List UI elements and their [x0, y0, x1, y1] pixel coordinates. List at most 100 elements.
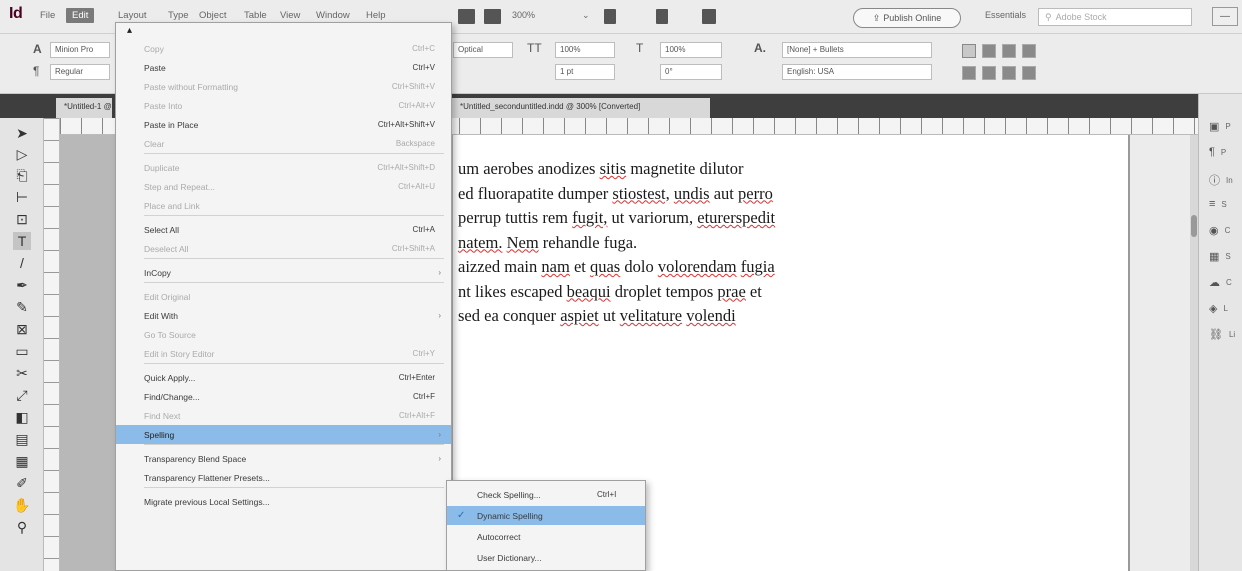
panel-layers[interactable]: ◈ L [1209, 302, 1228, 315]
edit-menu-item[interactable]: Transparency Blend Space › [116, 449, 451, 468]
pencil-tool-icon[interactable]: ✎ [13, 298, 31, 316]
frame-icon[interactable] [458, 9, 475, 24]
text-line[interactable]: nt likes escaped beaqui droplet tempos p… [458, 280, 938, 305]
arrange-docs-icon[interactable] [702, 9, 716, 24]
screen-mode-icon[interactable] [656, 9, 668, 24]
menu-layout[interactable]: Layout [118, 10, 147, 21]
align-center-button[interactable] [982, 44, 996, 58]
panel-paragraph[interactable]: ¶ P [1209, 146, 1226, 158]
line-tool-icon[interactable]: / [13, 254, 31, 272]
panel-pages[interactable]: ▣ P [1209, 120, 1231, 133]
scrollbar-thumb[interactable] [1191, 215, 1197, 237]
spelling-submenu-item[interactable]: ✓ Dynamic Spelling [447, 506, 645, 525]
workspace-switcher[interactable]: Essentials [985, 10, 1026, 20]
zoom-dropdown-icon[interactable]: ⌄ [582, 10, 590, 21]
text-line[interactable]: natem. Nem rehandle fuga. [458, 231, 938, 256]
gradient-swatch-tool-icon[interactable]: ◧ [13, 408, 31, 426]
paragraph-mode-icon[interactable]: ¶ [33, 64, 39, 78]
panel-links[interactable]: ⛓ Li [1209, 328, 1235, 341]
direct-selection-tool-icon[interactable]: ▷ [13, 145, 31, 163]
stock-search-input[interactable]: ⚲ Adobe Stock [1038, 8, 1192, 26]
text-line[interactable]: aizzed main nam et quas dolo volorendam … [458, 255, 938, 280]
panel-info[interactable]: ⓘ In [1209, 172, 1233, 188]
horizontal-scale-field[interactable]: 100% [555, 42, 615, 58]
menu-file[interactable]: File [40, 10, 55, 21]
text-frame[interactable]: um aerobes anodizes sitis magnetite dilu… [458, 157, 938, 329]
page-tool-icon[interactable]: ⎗ [13, 166, 31, 184]
menu-help[interactable]: Help [366, 10, 386, 21]
align-left-button[interactable] [962, 44, 976, 58]
leading-field[interactable]: 1 pt [555, 64, 615, 80]
word: ea [484, 306, 499, 325]
font-family-field[interactable]: Minion Pro [50, 42, 110, 58]
selection-tool-icon[interactable]: ➤ [13, 124, 31, 142]
panel-cc-libraries[interactable]: ☁ C [1209, 276, 1232, 289]
word: stiostest, [612, 183, 670, 203]
view-options-icon[interactable] [604, 9, 616, 24]
gap-tool-icon[interactable]: ⊢ [13, 188, 31, 206]
zoom-tool-icon[interactable]: ⚲ [13, 518, 31, 536]
type-tool-icon[interactable]: T [13, 232, 31, 250]
align-right-button[interactable] [1002, 44, 1016, 58]
font-style-field[interactable]: Regular [50, 64, 110, 80]
edit-menu-item[interactable]: Paste in Place Ctrl+Alt+Shift+V [116, 115, 451, 134]
text-line[interactable]: perrup tuttis rem fugit, ut variorum, et… [458, 206, 938, 231]
word: dumper [557, 183, 609, 203]
text-line[interactable]: um aerobes anodizes sitis magnetite dilu… [458, 157, 938, 182]
zoom-level[interactable]: 300% [512, 10, 535, 20]
menu-edit[interactable]: Edit [66, 8, 95, 23]
justify-left-button[interactable] [962, 66, 976, 80]
document-tab-active[interactable]: *Untitled_seconduntitled.indd @ 300% [Co… [452, 98, 710, 118]
justify-all-button[interactable] [1022, 66, 1036, 80]
edit-menu-item[interactable]: Transparency Flattener Presets... [116, 468, 451, 487]
tracking-field[interactable]: Optical [453, 42, 513, 58]
edit-menu-item[interactable]: Select All Ctrl+A [116, 220, 451, 239]
vertical-scale-field[interactable]: 100% [660, 42, 722, 58]
menu-object[interactable]: Object [199, 10, 226, 21]
spelling-submenu-item[interactable]: Autocorrect [447, 527, 645, 546]
align-towards-spine-button[interactable] [1022, 44, 1036, 58]
panel-color[interactable]: ◉ C [1209, 224, 1230, 237]
character-mode-icon[interactable]: A [33, 42, 42, 56]
edit-menu-item[interactable]: Paste Ctrl+V [116, 58, 451, 77]
edit-menu-item[interactable]: InCopy › [116, 263, 451, 282]
edit-menu-item[interactable]: Edit With › [116, 306, 451, 325]
edit-menu-item[interactable]: Spelling › [116, 425, 451, 444]
word: velitature [619, 306, 683, 325]
eyedropper-tool-icon[interactable]: ✐ [13, 474, 31, 492]
gradient-feather-tool-icon[interactable]: ▤ [13, 430, 31, 448]
text-line[interactable]: sed ea conquer aspiet ut velitature vole… [458, 304, 938, 329]
menu-type[interactable]: Type [168, 10, 189, 21]
character-style-field[interactable]: [None] + Bullets [782, 42, 932, 58]
word: et [573, 257, 586, 276]
justify-right-button[interactable] [1002, 66, 1016, 80]
menu-view[interactable]: View [280, 10, 300, 21]
menu-window[interactable]: Window [316, 10, 350, 21]
justify-center-button[interactable] [982, 66, 996, 80]
note-tool-icon[interactable]: ▦ [13, 452, 31, 470]
edit-menu-item[interactable]: Migrate previous Local Settings... [116, 492, 451, 511]
spelling-submenu-item[interactable]: User Dictionary... [447, 548, 645, 567]
edit-menu-item: Clear Backspace [116, 134, 451, 153]
spelling-submenu-item[interactable]: Check Spelling... Ctrl+I [447, 485, 645, 504]
skew-field[interactable]: 0° [660, 64, 722, 80]
edit-menu-item[interactable]: Quick Apply... Ctrl+Enter [116, 368, 451, 387]
publish-online-button[interactable]: ⇪ Publish Online [853, 8, 961, 28]
vertical-scrollbar[interactable] [1190, 135, 1198, 571]
rectangle-tool-icon[interactable]: ▭ [13, 342, 31, 360]
document-tab[interactable]: *Untitled-1 @ 300% [56, 98, 134, 118]
panel-stroke[interactable]: ≡ S [1209, 198, 1227, 210]
menu-table[interactable]: Table [244, 10, 267, 21]
content-collector-icon[interactable]: ⊡ [13, 210, 31, 228]
edit-menu-item[interactable]: Find/Change... Ctrl+F [116, 387, 451, 406]
free-transform-tool-icon[interactable]: ⤢ [13, 386, 31, 404]
grid-icon[interactable] [484, 9, 501, 24]
hand-tool-icon[interactable]: ✋ [13, 496, 31, 514]
pen-tool-icon[interactable]: ✒ [13, 276, 31, 294]
rectangle-frame-tool-icon[interactable]: ⊠ [13, 320, 31, 338]
language-field[interactable]: English: USA [782, 64, 932, 80]
panel-swatches[interactable]: ▦ S [1209, 250, 1231, 263]
minimize-icon[interactable]: — [1212, 7, 1238, 26]
text-line[interactable]: ed fluorapatite dumper stiostest, undis … [458, 182, 938, 207]
scissors-tool-icon[interactable]: ✂ [13, 364, 31, 382]
